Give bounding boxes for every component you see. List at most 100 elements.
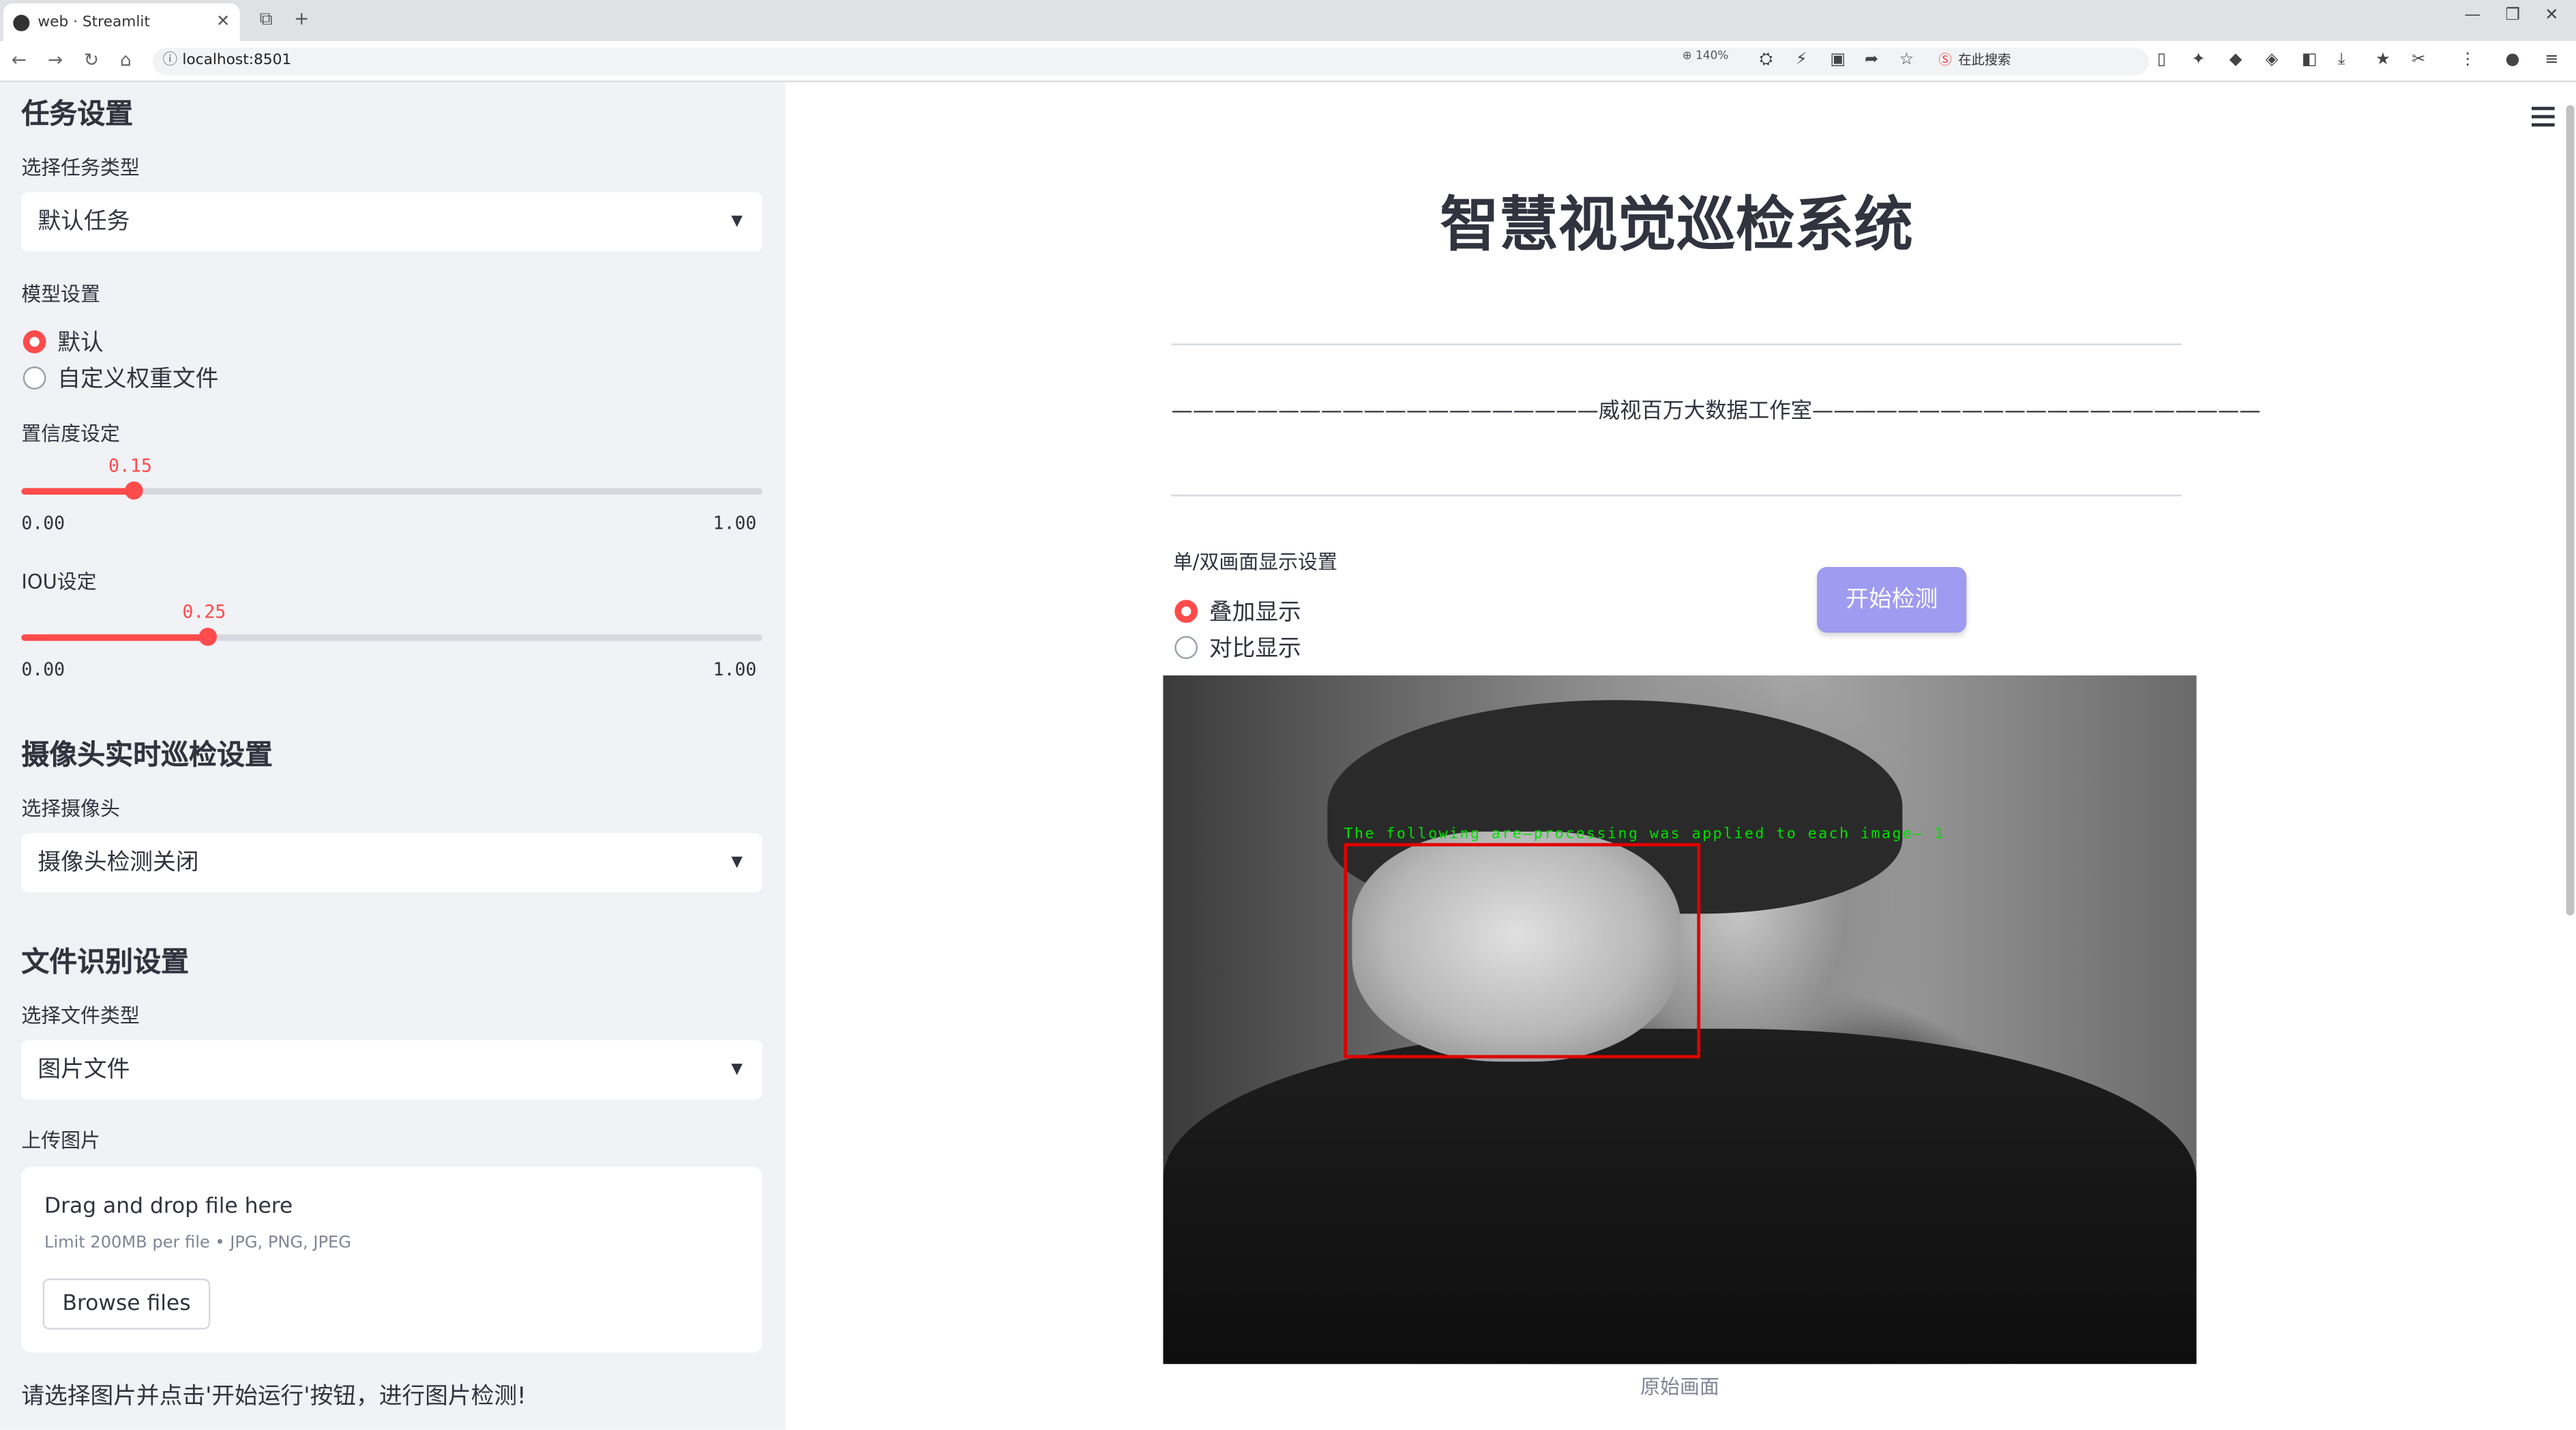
minimize-icon[interactable]: — bbox=[2464, 7, 2481, 25]
iou-label: IOU设定 bbox=[21, 570, 97, 594]
upload-drag-text: Drag and drop file here bbox=[44, 1195, 293, 1220]
url-text: localhost:8501 bbox=[182, 53, 292, 70]
divider bbox=[1171, 343, 2182, 345]
detection-label-text: The following are—processing was applied… bbox=[1344, 826, 1945, 843]
tab-title: web · Streamlit bbox=[38, 14, 150, 31]
display-radio-overlay[interactable]: 叠加显示 bbox=[1174, 595, 1301, 628]
zoom-icon: ⊕ bbox=[1682, 49, 1696, 63]
iou-min: 0.00 bbox=[21, 658, 65, 681]
share-icon[interactable]: ➦ bbox=[1865, 51, 1878, 69]
browse-files-button[interactable]: Browse files bbox=[42, 1279, 211, 1330]
detection-image: The following are—processing was applied… bbox=[1163, 675, 2197, 1365]
chevron-down-icon: ▼ bbox=[731, 854, 743, 871]
radio-label: 叠加显示 bbox=[1209, 600, 1301, 626]
extension-1-icon[interactable]: ✦ bbox=[2191, 51, 2205, 69]
address-bar: ← → ↻ ⌂ ⓘ localhost:8501 ⛭ ⚡ ▣ ➦ ☆ ▯ ✦ ◆… bbox=[0, 41, 2576, 83]
new-tab-icon[interactable]: + bbox=[294, 8, 309, 29]
file-heading: 文件识别设置 bbox=[21, 946, 190, 980]
conf-min: 0.00 bbox=[21, 512, 65, 534]
screenshot-icon[interactable]: ▣ bbox=[1830, 51, 1846, 69]
extension-4-icon[interactable]: ◧ bbox=[2302, 51, 2318, 69]
task-heading: 任务设置 bbox=[21, 98, 134, 132]
site-info-icon[interactable]: ⓘ bbox=[162, 48, 177, 76]
task-type-select[interactable]: 默认任务 ▼ bbox=[21, 192, 763, 252]
chevron-down-icon: ▼ bbox=[731, 1062, 743, 1079]
hamburger-menu-icon[interactable] bbox=[2531, 106, 2555, 132]
more-vertical-icon[interactable]: ⋮ bbox=[2459, 51, 2476, 69]
home-icon[interactable]: ⌂ bbox=[120, 49, 132, 70]
phone-icon[interactable]: ▯ bbox=[2157, 51, 2166, 69]
model-label: 模型设置 bbox=[21, 282, 100, 306]
scrollbar[interactable] bbox=[2566, 105, 2575, 916]
radio-unselected-icon bbox=[1174, 636, 1198, 659]
radio-label: 对比显示 bbox=[1209, 636, 1301, 662]
radio-selected-icon bbox=[1174, 600, 1198, 623]
search-placeholder: 在此搜索 bbox=[1958, 53, 2011, 68]
reload-icon[interactable]: ↻ bbox=[84, 49, 99, 70]
close-window-icon[interactable]: ✕ bbox=[2545, 7, 2558, 25]
file-type-label: 选择文件类型 bbox=[21, 1004, 140, 1027]
search-engine-icon: Ⓢ bbox=[1938, 53, 1952, 68]
model-radio-default[interactable]: 默认 bbox=[23, 325, 104, 358]
zoom-level[interactable]: ⊕ 140% bbox=[1683, 49, 1729, 62]
bookmark-star-icon[interactable]: ☆ bbox=[1899, 51, 1914, 69]
restore-icon[interactable]: ❐ bbox=[2505, 7, 2520, 25]
conf-value: 0.15 bbox=[108, 455, 152, 477]
radio-label: 自定义权重文件 bbox=[57, 366, 219, 393]
radio-unselected-icon bbox=[23, 366, 46, 390]
iou-slider[interactable] bbox=[21, 628, 763, 646]
conf-max: 1.00 bbox=[713, 512, 757, 534]
sidebar-note: 请选择图片并点击'开始运行'按钮，进行图片检测! bbox=[21, 1384, 527, 1410]
iou-slider-fill bbox=[21, 634, 207, 641]
favorites-icon[interactable]: ★ bbox=[2375, 51, 2390, 69]
file-uploader-dropzone[interactable]: Drag and drop file here Limit 200MB per … bbox=[21, 1167, 763, 1353]
camera-value: 摄像头检测关闭 bbox=[38, 849, 199, 876]
menu-icon[interactable]: ≡ bbox=[2545, 51, 2558, 69]
sidebar: 任务设置 选择任务类型 默认任务 ▼ 模型设置 默认 自定义权重文件 置信度设定… bbox=[0, 82, 786, 1430]
streamlit-favicon-icon bbox=[13, 14, 30, 31]
page-subtitle: ————————————————————威视百万大数据工作室——————————… bbox=[1171, 399, 2261, 424]
zoom-text: 140% bbox=[1696, 49, 1729, 63]
divider bbox=[1171, 495, 2182, 497]
camera-label: 选择摄像头 bbox=[21, 797, 120, 820]
search-box[interactable]: Ⓢ 在此搜索 bbox=[1936, 48, 2140, 74]
display-radio-compare[interactable]: 对比显示 bbox=[1174, 631, 1301, 664]
iou-value: 0.25 bbox=[182, 601, 226, 623]
image-caption: 原始画面 bbox=[1640, 1375, 1719, 1399]
iou-slider-thumb[interactable] bbox=[198, 628, 217, 646]
back-icon[interactable]: ← bbox=[12, 49, 27, 70]
page-title: 智慧视觉巡检系统 bbox=[1440, 192, 1914, 260]
start-detection-button[interactable]: 开始检测 bbox=[1817, 567, 1967, 633]
extension-2-icon[interactable]: ◆ bbox=[2230, 51, 2242, 69]
detection-bounding-box bbox=[1344, 843, 1701, 1059]
model-radio-custom[interactable]: 自定义权重文件 bbox=[23, 362, 219, 394]
camera-select[interactable]: 摄像头检测关闭 ▼ bbox=[21, 833, 763, 892]
conf-slider[interactable] bbox=[21, 481, 763, 500]
display-mode-label: 单/双画面显示设置 bbox=[1172, 550, 1337, 574]
url-field[interactable]: ⓘ localhost:8501 bbox=[153, 47, 2149, 76]
browser-tab-bar: web · Streamlit ✕ ⧉ + — ❐ ✕ bbox=[0, 0, 2576, 42]
image-sweater-shape bbox=[1163, 1028, 2197, 1365]
upload-label: 上传图片 bbox=[21, 1128, 100, 1152]
camera-heading: 摄像头实时巡检设置 bbox=[21, 739, 273, 773]
tab-groups-icon[interactable]: ⧉ bbox=[260, 8, 273, 31]
chevron-down-icon: ▼ bbox=[731, 214, 743, 231]
browser-tab[interactable]: web · Streamlit ✕ bbox=[3, 3, 240, 42]
conf-label: 置信度设定 bbox=[21, 422, 120, 446]
close-tab-icon[interactable]: ✕ bbox=[216, 13, 230, 31]
forward-icon[interactable]: → bbox=[48, 49, 63, 70]
scissors-icon[interactable]: ✂ bbox=[2412, 51, 2425, 69]
download-icon[interactable]: ⤓ bbox=[2338, 51, 2345, 69]
conf-slider-thumb[interactable] bbox=[125, 481, 143, 500]
conf-slider-fill bbox=[21, 488, 134, 495]
extension-3-icon[interactable]: ◈ bbox=[2266, 51, 2279, 69]
file-type-value: 图片文件 bbox=[38, 1056, 130, 1083]
translate-icon[interactable]: ⛭ bbox=[1760, 51, 1773, 69]
task-type-value: 默认任务 bbox=[38, 208, 130, 235]
task-type-label: 选择任务类型 bbox=[21, 156, 140, 179]
radio-label: 默认 bbox=[57, 330, 104, 357]
profile-avatar-icon[interactable]: ● bbox=[2505, 51, 2519, 69]
file-type-select[interactable]: 图片文件 ▼ bbox=[21, 1040, 763, 1100]
bolt-icon[interactable]: ⚡ bbox=[1796, 51, 1807, 69]
radio-selected-icon bbox=[23, 330, 46, 353]
